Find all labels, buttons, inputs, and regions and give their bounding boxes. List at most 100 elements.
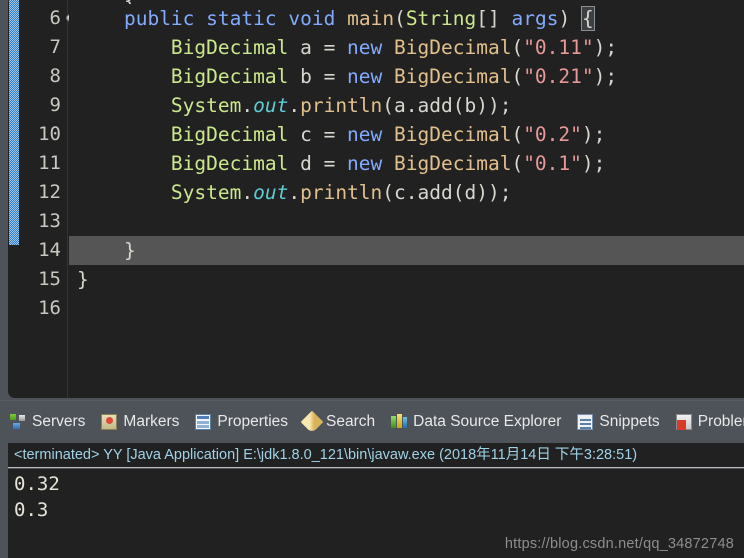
code-token: println: [300, 94, 383, 117]
code-line-13[interactable]: [69, 207, 744, 236]
code-token: (: [511, 123, 524, 146]
code-line-9[interactable]: System.out.println(a.add(b));: [69, 91, 744, 120]
search-icon: [300, 410, 324, 434]
code-token: []: [476, 7, 512, 30]
data-source-explorer-icon: [391, 414, 408, 430]
view-tab-label: Data Source Explorer: [413, 413, 562, 430]
line-number-15[interactable]: 15: [20, 265, 67, 294]
view-tab-label: Properties: [217, 413, 289, 430]
code-token: a: [288, 36, 324, 59]
code-line-6[interactable]: public static void main(String[] args) {: [69, 4, 744, 33]
view-tab-search[interactable]: Search: [300, 410, 375, 434]
code-token: BigDecimal: [170, 152, 289, 175]
code-token: BigDecimal: [394, 36, 512, 59]
line-number-7[interactable]: 7: [20, 33, 67, 62]
view-tab-servers[interactable]: Servers: [10, 413, 85, 431]
console-launch-header: <terminated> YY [Java Application] E:\jd…: [8, 443, 744, 468]
code-token: new: [347, 123, 383, 146]
console-output-line: 0.32: [14, 473, 60, 495]
line-number-label: 6: [49, 7, 61, 29]
code-token: (: [511, 152, 524, 175]
code-token: out: [253, 94, 289, 117]
view-tab-problems[interactable]: Problems: [675, 413, 744, 431]
code-line-15[interactable]: }: [69, 265, 744, 294]
code-token: (: [511, 65, 524, 88]
line-number-label: 10: [38, 123, 61, 145]
code-token: BigDecimal: [394, 65, 512, 88]
code-token: "0.2": [523, 123, 582, 146]
code-token: "0.1": [523, 152, 582, 175]
code-token: System: [170, 94, 242, 117]
code-line-11[interactable]: BigDecimal d = new BigDecimal("0.1");: [69, 149, 744, 178]
line-number-11[interactable]: 11: [20, 149, 67, 178]
code-line-14[interactable]: }: [69, 236, 744, 265]
line-number-label: 7: [49, 36, 61, 58]
code-line-16[interactable]: [69, 294, 744, 323]
line-number-12[interactable]: 12: [20, 178, 67, 207]
view-tab-snippets[interactable]: Snippets: [577, 413, 660, 431]
changed-lines-bar: [9, 0, 19, 245]
code-token: =: [323, 36, 348, 59]
line-number-gutter[interactable]: 6 7 8 9 10 11 12 13 14 15 16: [20, 0, 76, 398]
code-token: d: [288, 152, 324, 175]
code-token: (d));: [452, 181, 512, 204]
code-token: (b));: [452, 94, 512, 117]
view-tab-bar[interactable]: Servers Markers Properties Search Data Sourc…: [0, 400, 744, 443]
code-token: "0.21": [523, 65, 594, 88]
view-tab-properties[interactable]: Properties: [195, 413, 288, 431]
code-token: new: [347, 65, 383, 88]
code-token: "0.11": [523, 36, 594, 59]
code-token: ): [558, 7, 582, 30]
code-token: args: [511, 7, 559, 30]
line-number-6[interactable]: 6: [20, 4, 76, 33]
code-line-7[interactable]: BigDecimal a = new BigDecimal("0.11");: [69, 33, 744, 62]
properties-icon: [195, 414, 212, 430]
line-number-9[interactable]: 9: [20, 91, 67, 120]
code-token: System: [170, 181, 242, 204]
code-token: }: [123, 239, 136, 262]
code-token: );: [593, 36, 618, 59]
code-token: main: [347, 7, 395, 30]
code-line-12[interactable]: System.out.println(c.add(d));: [69, 178, 744, 207]
code-editor-panel[interactable]: 6 7 8 9 10 11 12 13 14 15 16 { public static void …: [0, 0, 744, 400]
view-tab-data-source-explorer[interactable]: Data Source Explorer: [391, 413, 561, 431]
code-token: .: [241, 94, 254, 117]
code-token: (c.: [382, 181, 418, 204]
snippets-icon: [577, 414, 594, 430]
code-token: .: [288, 94, 301, 117]
code-line-10[interactable]: BigDecimal c = new BigDecimal("0.2");: [69, 120, 744, 149]
code-token: BigDecimal: [170, 36, 289, 59]
servers-icon: [10, 414, 26, 430]
code-token: String: [405, 7, 477, 30]
code-line-8[interactable]: BigDecimal b = new BigDecimal("0.21");: [69, 62, 744, 91]
line-number-13[interactable]: 13: [20, 207, 67, 236]
view-tab-markers[interactable]: Markers: [101, 413, 179, 431]
code-token: (: [511, 36, 524, 59]
line-number-14[interactable]: 14: [20, 236, 67, 265]
code-token: BigDecimal: [394, 123, 512, 146]
line-number-8[interactable]: 8: [20, 62, 67, 91]
line-number-16[interactable]: 16: [20, 294, 67, 323]
view-tab-label: Servers: [32, 413, 86, 430]
code-token: b: [288, 65, 324, 88]
line-number-10[interactable]: 10: [20, 120, 67, 149]
code-text-area[interactable]: { public static void main(String[] args)…: [69, 0, 744, 398]
line-number-label: 9: [49, 94, 61, 116]
editor-surface[interactable]: 6 7 8 9 10 11 12 13 14 15 16 { public static void …: [8, 0, 744, 398]
code-token: println: [300, 181, 383, 204]
change-bar-column: [8, 0, 20, 398]
code-token: {: [580, 6, 595, 31]
line-number-label: 14: [38, 239, 61, 261]
code-token: out: [253, 181, 289, 204]
code-token: new: [347, 152, 383, 175]
line-number-label: 15: [38, 268, 61, 290]
